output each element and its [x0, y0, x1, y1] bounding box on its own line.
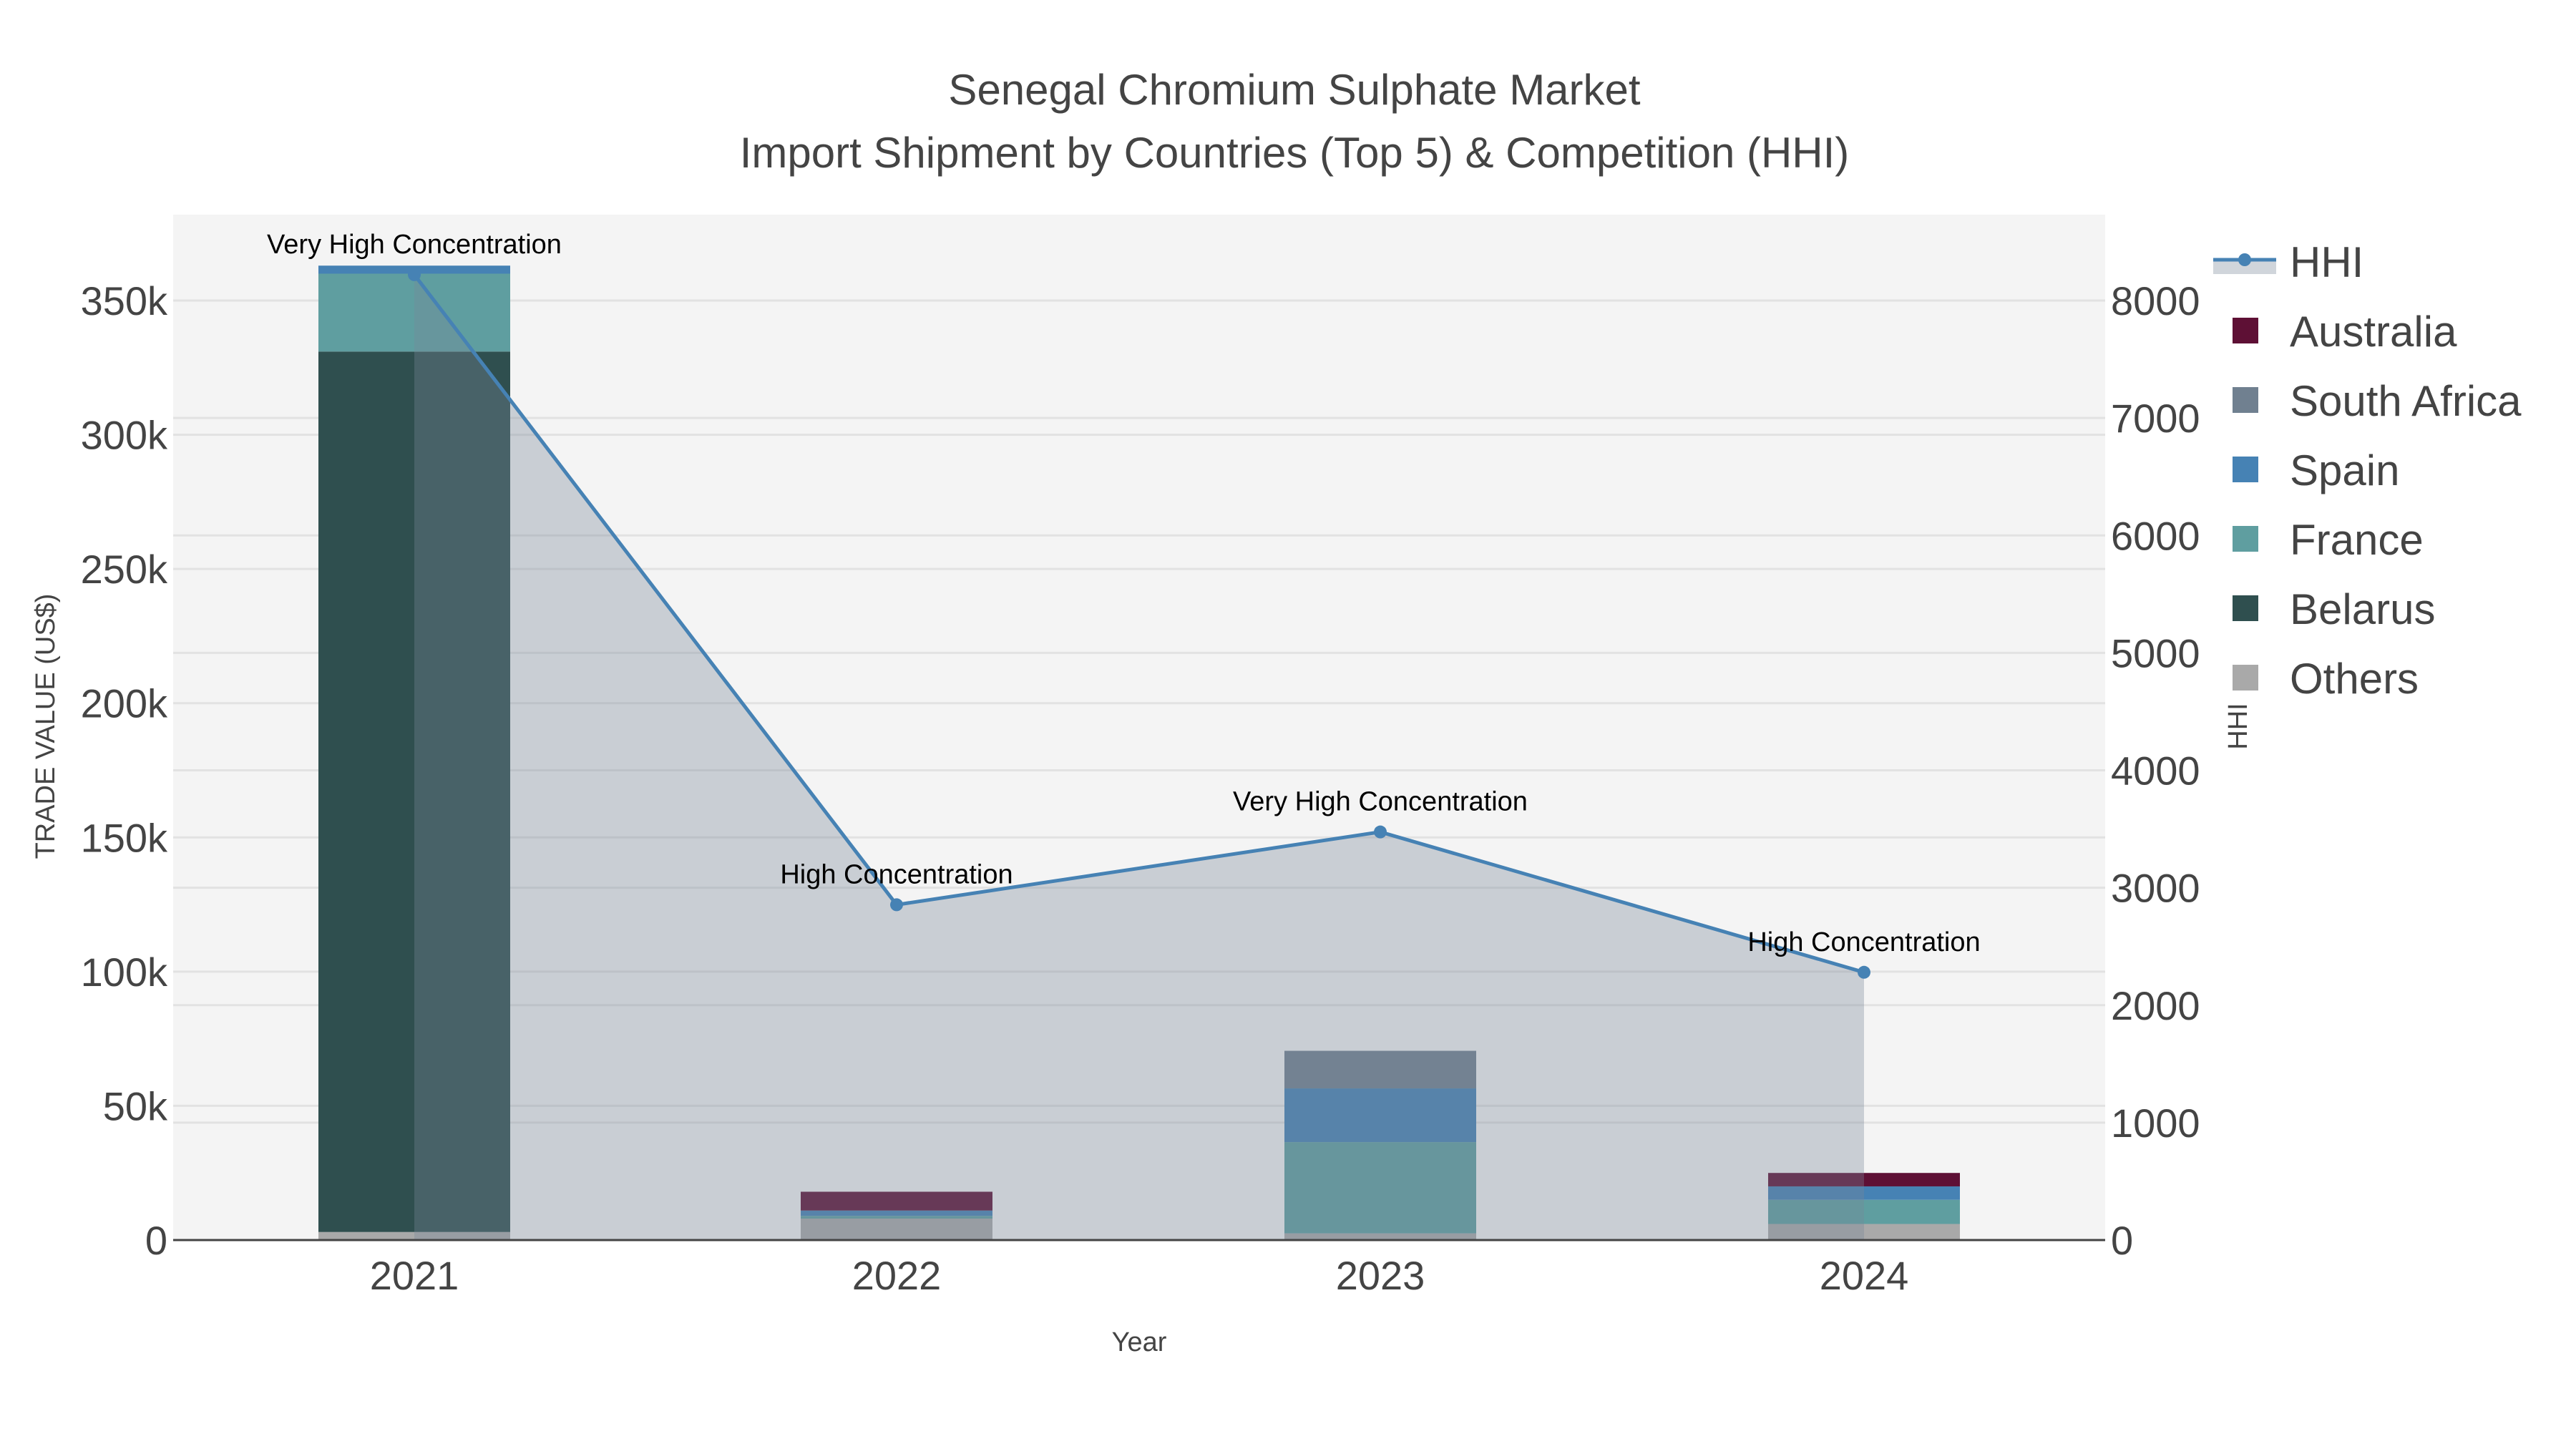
y2-tick-label: 7000	[2111, 396, 2200, 441]
y2-tick-label: 5000	[2111, 630, 2200, 675]
legend-label: Spain	[2290, 447, 2399, 494]
y-tick-label: 200k	[81, 681, 168, 726]
chart-title-line1: Senegal Chromium Sulphate Market	[948, 66, 1640, 114]
legend-label: Others	[2290, 655, 2419, 703]
legend-swatch-others	[2233, 665, 2258, 691]
legend-label: HHI	[2290, 238, 2363, 286]
y-tick-label: 350k	[81, 278, 168, 323]
y2-tick-label: 8000	[2111, 278, 2200, 323]
x-axis-title: Year	[1112, 1327, 1167, 1357]
legend-swatch-belarus	[2233, 595, 2258, 621]
x-tick-label: 2023	[1336, 1253, 1425, 1298]
hhi-annotation: High Concentration	[1747, 927, 1980, 957]
x-tick-label: 2022	[852, 1253, 942, 1298]
y2-tick-label: 0	[2111, 1218, 2133, 1263]
hhi-point	[408, 268, 421, 281]
chart: Senegal Chromium Sulphate Market Import …	[31, 66, 2522, 1357]
y2-axis-title: HHI	[2223, 703, 2253, 749]
y2-tick-label: 6000	[2111, 513, 2200, 558]
y2-tick-label: 1000	[2111, 1101, 2200, 1146]
y-tick-label: 100k	[81, 950, 168, 995]
y-tick-label: 250k	[81, 547, 168, 592]
y2-tick-label: 3000	[2111, 866, 2200, 911]
y2-tick-label: 2000	[2111, 983, 2200, 1028]
x-tick-label: 2021	[370, 1253, 459, 1298]
legend-swatch-australia	[2233, 318, 2258, 343]
hhi-annotation: High Concentration	[780, 859, 1013, 889]
y-tick-label: 150k	[81, 815, 168, 860]
hhi-point	[1374, 825, 1387, 839]
legend-label: Belarus	[2290, 585, 2435, 633]
legend-swatch-hhi-point	[2238, 253, 2251, 266]
legend-label: South Africa	[2290, 377, 2522, 425]
legend-swatch-south-africa	[2233, 387, 2258, 413]
legend-swatch-france	[2233, 526, 2258, 552]
x-tick-label: 2024	[1820, 1253, 1909, 1298]
hhi-point	[890, 898, 903, 912]
y-tick-label: 50k	[103, 1083, 168, 1128]
hhi-annotation: Very High Concentration	[267, 230, 562, 260]
y2-tick-label: 4000	[2111, 748, 2200, 794]
y-tick-label: 0	[145, 1218, 167, 1263]
legend-swatch-spain	[2233, 457, 2258, 482]
hhi-point	[1858, 965, 1870, 979]
chart-title-line2: Import Shipment by Countries (Top 5) & C…	[740, 129, 1850, 177]
legend-label: Australia	[2290, 308, 2457, 356]
y-axis-title: TRADE VALUE (US$)	[31, 594, 61, 859]
y-tick-label: 300k	[81, 413, 168, 458]
hhi-annotation: Very High Concentration	[1233, 787, 1528, 817]
legend-label: France	[2290, 516, 2424, 564]
legend: HHI Australia South Africa Spain France Belar…	[2213, 238, 2522, 703]
